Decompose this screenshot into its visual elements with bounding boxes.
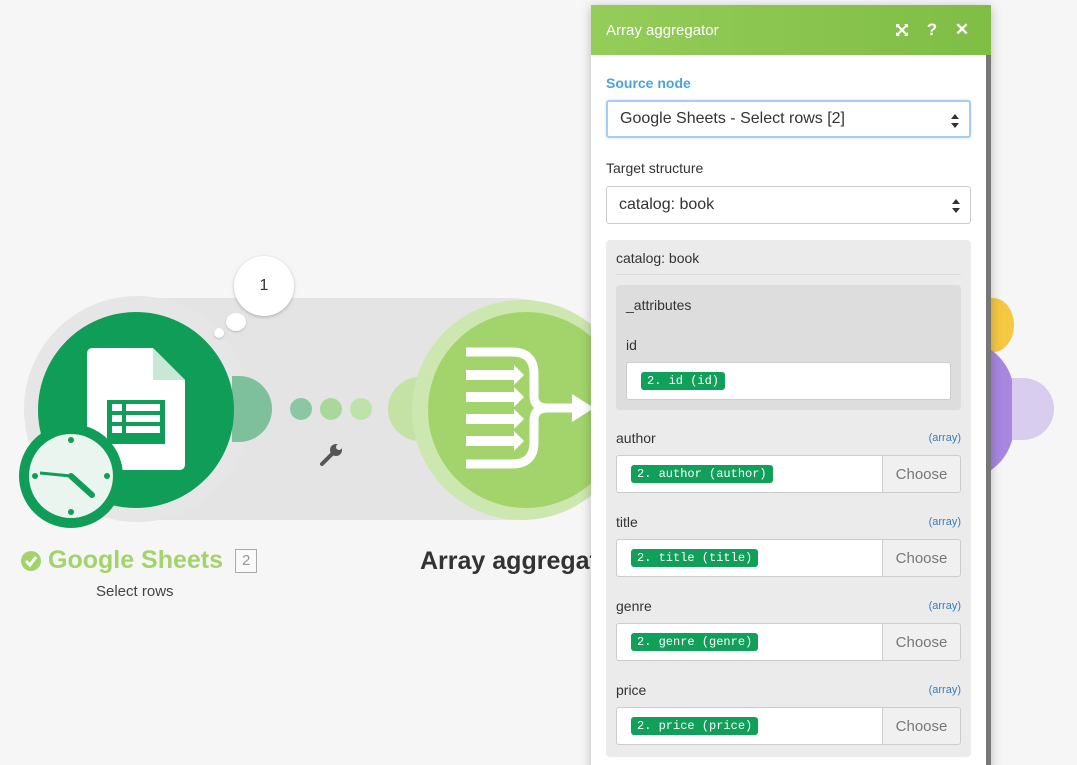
- mapped-value-pill[interactable]: 2. title (title): [631, 549, 759, 567]
- array-tag: (array): [928, 684, 961, 696]
- author-field-input[interactable]: 2. author (author): [616, 455, 882, 493]
- panel-header: Array aggregator ? ✕: [591, 5, 991, 55]
- array-tag: (array): [928, 432, 961, 444]
- mapped-value-pill[interactable]: 2. genre (genre): [631, 633, 759, 651]
- select-caret-icon: [951, 114, 959, 128]
- price-field-input[interactable]: 2. price (price): [616, 707, 882, 745]
- structure-group: catalog: book _attributes id 2. id (id) …: [606, 240, 971, 757]
- connector-dot: [320, 398, 342, 420]
- title-field-input[interactable]: 2. title (title): [616, 539, 882, 577]
- mapped-value-pill[interactable]: 2. author (author): [631, 465, 773, 483]
- module-name: Google Sheets: [48, 546, 224, 574]
- mapped-value-pill[interactable]: 2. price (price): [631, 717, 759, 735]
- attributes-title: _attributes: [626, 297, 692, 313]
- choose-button[interactable]: Choose: [882, 623, 961, 661]
- array-aggregator-icon: [466, 347, 594, 469]
- mapped-value-pill[interactable]: 2. id (id): [641, 372, 726, 390]
- target-structure-label: Target structure: [606, 160, 704, 176]
- array-tag: (array): [928, 516, 961, 528]
- module-subtitle: Select rows: [96, 583, 174, 600]
- structure-title: catalog: book: [616, 250, 961, 275]
- field-label: author: [616, 430, 656, 446]
- help-icon[interactable]: ?: [917, 15, 947, 45]
- field-price: price (array) 2. price (price) Choose: [616, 682, 961, 745]
- source-node-value: Google Sheets - Select rows [2]: [620, 110, 845, 127]
- field-author: author (array) 2. author (author) Choose: [616, 430, 961, 493]
- source-node-select[interactable]: Google Sheets - Select rows [2]: [606, 100, 971, 138]
- genre-field-input[interactable]: 2. genre (genre): [616, 623, 882, 661]
- attributes-group: _attributes id 2. id (id): [616, 285, 961, 410]
- module-title: Google Sheets 2: [20, 546, 258, 575]
- bubble-tail: [214, 328, 224, 338]
- wrench-icon[interactable]: [318, 442, 344, 468]
- bubble-tail: [226, 313, 246, 331]
- operations-count-bubble[interactable]: 1: [234, 256, 294, 316]
- panel-title: Array aggregator: [606, 21, 719, 39]
- field-label: title: [616, 514, 638, 530]
- choose-button[interactable]: Choose: [882, 455, 961, 493]
- choose-button[interactable]: Choose: [882, 539, 961, 577]
- target-structure-select[interactable]: catalog: book: [606, 186, 971, 224]
- field-label: price: [616, 682, 647, 698]
- id-field-input[interactable]: 2. id (id): [626, 362, 951, 400]
- panel-scrollbar[interactable]: [986, 55, 991, 765]
- connector-dot: [290, 398, 312, 420]
- check-circle-icon: [21, 550, 41, 571]
- module-id-badge: 2: [235, 548, 258, 573]
- field-title: title (array) 2. title (title) Choose: [616, 514, 961, 577]
- field-label: genre: [616, 598, 652, 614]
- field-genre: genre (array) 2. genre (genre) Choose: [616, 598, 961, 661]
- module-output-port: [1012, 378, 1054, 440]
- module-settings-panel: Array aggregator ? ✕ Source node Google …: [591, 5, 991, 765]
- choose-button[interactable]: Choose: [882, 707, 961, 745]
- schedule-clock-icon[interactable]: [18, 423, 124, 529]
- close-icon[interactable]: ✕: [947, 15, 977, 45]
- array-tag: (array): [928, 600, 961, 612]
- expand-icon[interactable]: [887, 15, 917, 45]
- source-node-label: Source node: [606, 75, 691, 91]
- id-field-label: id: [626, 337, 637, 353]
- connector-dot: [350, 398, 372, 420]
- select-caret-icon: [952, 199, 960, 213]
- target-structure-value: catalog: book: [619, 196, 715, 213]
